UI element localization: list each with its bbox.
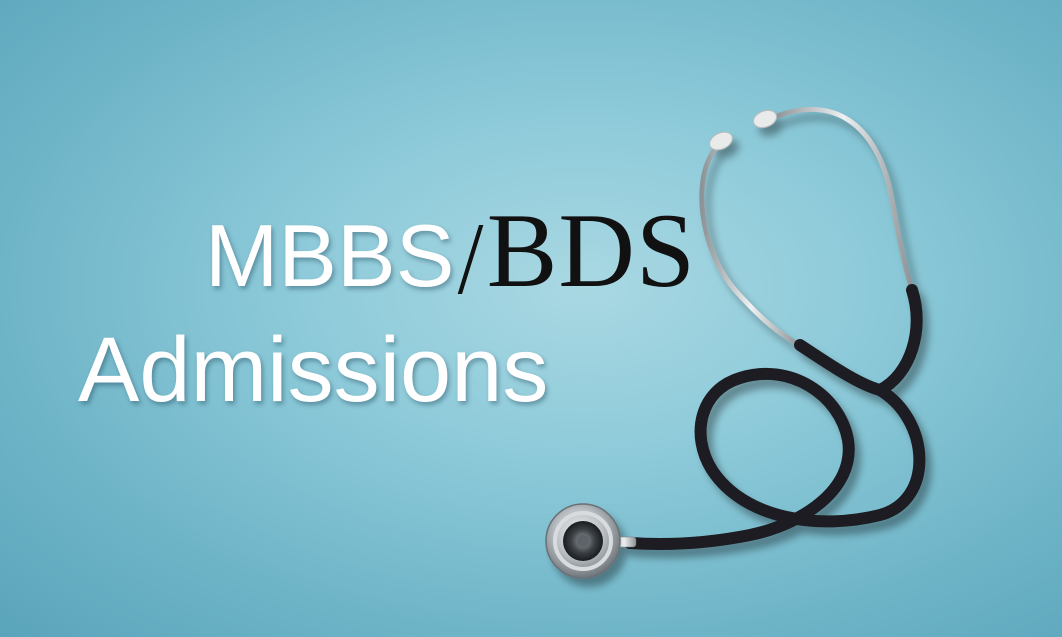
ear-tip-right (752, 109, 778, 129)
headline-separator: / (456, 208, 485, 306)
headline-admissions: Admissions (78, 319, 549, 421)
hero-image: MBBS / BDS Admissions (0, 0, 1062, 637)
binaural-left (699, 143, 803, 348)
headline-mbbs: MBBS (205, 206, 455, 305)
headline-bds: BDS (486, 192, 696, 309)
binaural-right (772, 106, 915, 293)
chestpiece-center (577, 535, 589, 547)
tube-right-upper (874, 284, 923, 396)
headline-line1: MBBS / BDS (205, 190, 696, 310)
ear-tip-left (709, 131, 733, 151)
tube-main (624, 367, 926, 551)
